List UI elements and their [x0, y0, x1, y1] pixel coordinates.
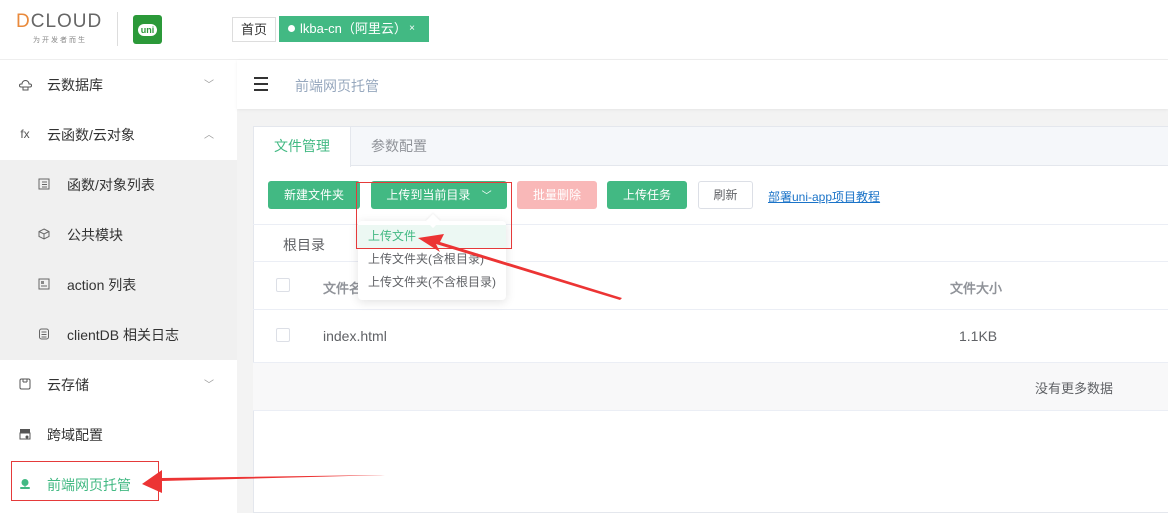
- sidebar-item-clientdb-logs[interactable]: clientDB 相关日志: [0, 310, 237, 360]
- collapse-menu-icon[interactable]: [254, 77, 270, 91]
- no-more-row: [253, 363, 1168, 410]
- row-checkbox[interactable]: [276, 328, 290, 342]
- close-tab-icon[interactable]: ×: [409, 16, 415, 42]
- sidebar-item-common-modules[interactable]: 公共模块: [0, 210, 237, 260]
- menu-item-upload-folder-with-root[interactable]: 上传文件夹(含根目录): [358, 248, 506, 271]
- upload-tasks-button[interactable]: 上传任务: [607, 181, 687, 209]
- app-header: DCLOUD 为开发者而生 uni 首页 lkba-cn（阿里云） ×: [0, 0, 1168, 60]
- new-folder-button[interactable]: 新建文件夹: [268, 181, 360, 209]
- cors-icon: [18, 427, 32, 441]
- sidebar-item-function-list[interactable]: 函数/对象列表: [0, 160, 237, 210]
- list-icon: [37, 177, 51, 191]
- header-divider: [117, 12, 118, 46]
- cloud-db-icon: [18, 77, 32, 91]
- file-size: 1.1KB: [959, 328, 998, 344]
- action-list-icon: [37, 277, 51, 291]
- divider: [253, 309, 1168, 310]
- logo-subtitle: 为开发者而生: [33, 37, 87, 44]
- column-header-filename: 文件名: [323, 281, 363, 296]
- sidebar-item-cloud-storage[interactable]: 云存储 ﹀: [0, 360, 237, 410]
- uni-logo-icon[interactable]: uni: [133, 15, 162, 44]
- column-header-filesize: 文件大小: [950, 281, 1003, 296]
- storage-icon: [18, 377, 32, 391]
- tutorial-link[interactable]: 部署uni-app项目教程: [768, 188, 880, 205]
- content-tabs: 文件管理 参数配置: [254, 127, 1168, 167]
- tab-parameter-config[interactable]: 参数配置: [351, 127, 447, 166]
- refresh-button[interactable]: 刷新: [698, 181, 753, 209]
- annotation-box-hosting: [11, 461, 159, 501]
- fx-icon: fx: [20, 127, 30, 141]
- chevron-down-icon: ﹀: [204, 380, 214, 391]
- no-more-data-text: 没有更多数据: [1035, 381, 1114, 396]
- sidebar-item-cors-config[interactable]: 跨域配置: [0, 410, 237, 460]
- topbar: 前端网页托管: [237, 60, 1168, 109]
- select-all-checkbox[interactable]: [276, 278, 290, 292]
- file-name[interactable]: index.html: [323, 328, 387, 344]
- annotation-box-upload: [356, 182, 512, 249]
- tab-home[interactable]: 首页: [232, 17, 277, 42]
- chevron-up-icon: ︿: [204, 130, 214, 141]
- divider: [253, 410, 1168, 411]
- log-icon: [37, 327, 51, 341]
- active-dot-icon: [288, 25, 295, 32]
- sidebar-item-cloud-functions[interactable]: fx 云函数/云对象 ︿: [0, 110, 237, 160]
- sidebar-item-action-list[interactable]: action 列表: [0, 260, 237, 310]
- batch-delete-button[interactable]: 批量删除: [517, 181, 597, 209]
- cube-icon: [37, 227, 51, 241]
- tab-file-management[interactable]: 文件管理: [254, 127, 351, 167]
- chevron-down-icon: ﹀: [204, 80, 214, 91]
- breadcrumb: 前端网页托管: [295, 78, 379, 94]
- tab-space-lkba-cn[interactable]: lkba-cn（阿里云） ×: [279, 16, 429, 42]
- sidebar-item-cloud-db[interactable]: 云数据库 ﹀: [0, 60, 237, 110]
- menu-item-upload-folder-without-root[interactable]: 上传文件夹(不含根目录): [358, 271, 506, 294]
- sidebar: 云数据库 ﹀ fx 云函数/云对象 ︿ 函数/对象列表 公共模块 action …: [0, 60, 237, 513]
- dcloud-logo[interactable]: DCLOUD 为开发者而生: [16, 12, 104, 46]
- current-directory[interactable]: 根目录: [283, 235, 325, 255]
